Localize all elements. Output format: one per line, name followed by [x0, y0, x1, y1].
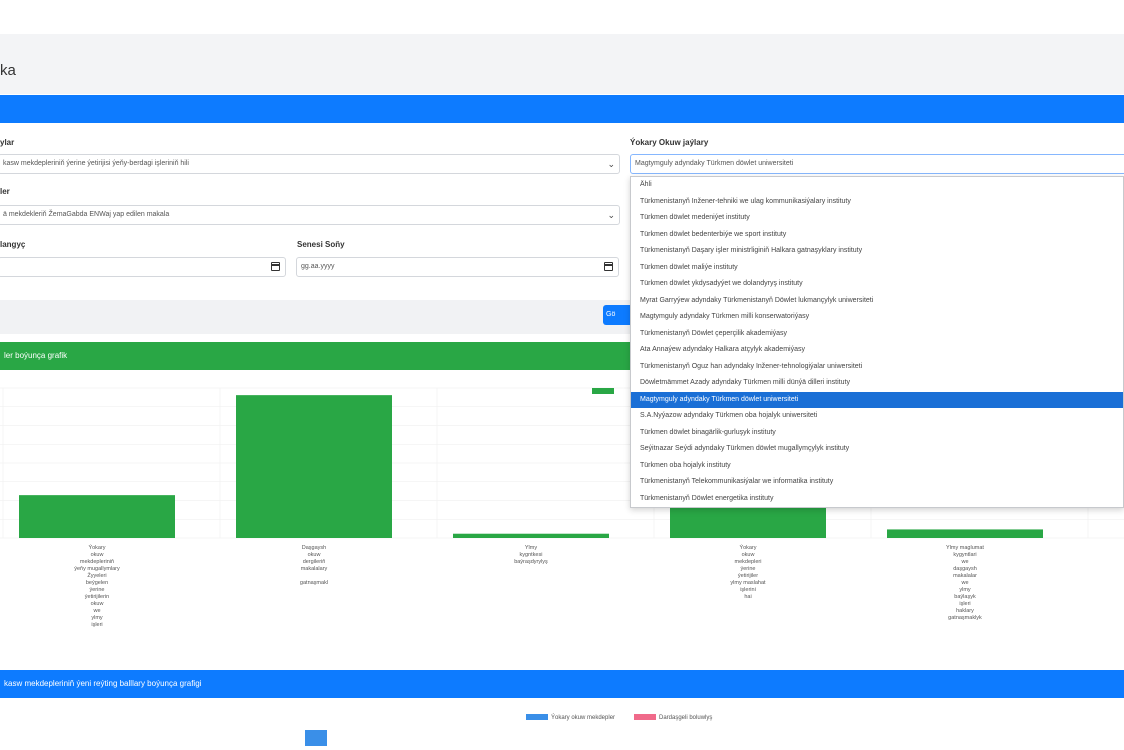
x-tick-label: Ylmy kygntkesi baýraşdyrylyş: [514, 545, 548, 565]
university-label: Ýokary Okuw jaýlary: [630, 138, 709, 147]
top-bar: [0, 0, 1124, 34]
dropdown-option[interactable]: Türkmenistanyň Döwlet energetika institu…: [631, 491, 1123, 508]
date-end-label: Senesi Soňy: [297, 240, 345, 249]
page-root: ka ylar kasw mekdepleriniň ýerine ýetiri…: [0, 0, 1124, 750]
title-bar: ka: [0, 34, 1124, 94]
chart-bar[interactable]: [19, 495, 175, 538]
dropdown-option[interactable]: Magtymguly adyndaky Türkmen milli konser…: [631, 309, 1123, 326]
chart2-header: kasw mekdepleriniň ýeni reýting balllary…: [0, 670, 1124, 698]
indicator-select[interactable]: kasw mekdepleriniň ýerine ýetirijisi ýeň…: [0, 154, 620, 174]
chart-bar[interactable]: [453, 533, 609, 538]
dropdown-option[interactable]: Türkmenistanyň Döwlet çeperçilik akademi…: [631, 326, 1123, 343]
chart2-legend-swatch-1: [526, 714, 548, 721]
chart-bar[interactable]: [236, 395, 392, 538]
chart2-legend-swatch-2: [634, 714, 656, 721]
dropdown-option[interactable]: S.A.Nyýazow adyndaky Türkmen oba hojalyk…: [631, 408, 1123, 425]
calendar-icon[interactable]: [271, 262, 280, 271]
chevron-down-icon: ⌄: [607, 210, 615, 220]
x-tick-label: Ýokary okuw mekdepleriniň ýeňy mugallyml…: [74, 545, 120, 628]
dropdown-option[interactable]: Türkmen döwlet binagärlik-gurluşyk insti…: [631, 425, 1123, 442]
criteria-select-value: ä mekdekleriň ŽemaGabda ENWaj yap edilen…: [3, 211, 170, 218]
date-end-value: gg.aa.yyyy: [301, 263, 335, 270]
page-title: ka: [0, 62, 16, 79]
dropdown-option[interactable]: Türkmen döwlet medeniýet instituty: [631, 210, 1123, 227]
chevron-down-icon: ⌄: [607, 159, 615, 169]
dropdown-option[interactable]: Türkmenistanyň Inžener-tehniki we ulag k…: [631, 194, 1123, 211]
university-dropdown-list[interactable]: Ähli Türkmenistanyň Inžener-tehniki we ul…: [630, 176, 1124, 508]
dropdown-option[interactable]: Türkmen döwlet bedenterbiýe we sport ins…: [631, 227, 1123, 244]
chart2-legend-label-2: Dardaşgeli boluwlyş: [659, 715, 713, 721]
x-tick-label: Daşgaysh okuw dergileriň makalalary gatn…: [299, 545, 329, 586]
chart2-bar: [305, 730, 327, 746]
dropdown-option[interactable]: Türkmenistanyň Telekommunikasiýalar we i…: [631, 474, 1123, 491]
dropdown-option[interactable]: Döwletmämmet Azady adyndaky Türkmen mill…: [631, 375, 1123, 392]
calendar-icon[interactable]: [604, 262, 613, 271]
section-header-bar: [0, 95, 1124, 123]
indicator-select-value: kasw mekdepleriniň ýerine ýetirijisi ýeň…: [3, 160, 189, 167]
chart1-legend-swatch: [592, 388, 614, 394]
chart2-legend-item-2[interactable]: Dardaşgeli boluwlyş: [634, 714, 712, 722]
dropdown-option[interactable]: Türkmen oba hojalyk instituty: [631, 458, 1123, 475]
x-tick-label: Ýokary okuw mekdepleri ýerine ýetirijile…: [730, 545, 766, 600]
dropdown-option[interactable]: Myrat Garryýew adyndaky Türkmenistanyň D…: [631, 293, 1123, 310]
date-start-label: langyç: [0, 240, 26, 249]
chart2-legend-label-1: Ýokary okuw mekdepler: [551, 715, 616, 721]
dropdown-option[interactable]: Ata Annaýew adyndaky Halkara atçylyk aka…: [631, 342, 1123, 359]
university-select-value: Magtymguly adyndaky Türkmen döwlet uniwe…: [635, 160, 794, 167]
dropdown-option[interactable]: Magtymguly adyndaky Türkmen döwlet uniwe…: [631, 391, 1123, 408]
dropdown-option[interactable]: Türkmen döwlet ykdysadyýet we dolandyryş…: [631, 276, 1123, 293]
field1-label: ylar: [0, 138, 15, 147]
chart2-legend-item-1[interactable]: Ýokary okuw mekdepler: [526, 714, 615, 722]
dropdown-option[interactable]: Seýitnazar Seýdi adyndaky Türkmen döwlet…: [631, 441, 1123, 458]
date-end-input[interactable]: gg.aa.yyyy: [296, 257, 619, 277]
show-button-label: Gö: [606, 311, 616, 318]
dropdown-option[interactable]: Türkmenistanyň Daşary işler ministrligin…: [631, 243, 1123, 260]
dropdown-option[interactable]: Ähli: [631, 177, 1123, 194]
university-select[interactable]: Magtymguly adyndaky Türkmen döwlet uniwe…: [630, 154, 1124, 174]
show-button[interactable]: Gö: [603, 305, 633, 325]
criteria-select[interactable]: ä mekdekleriň ŽemaGabda ENWaj yap edilen…: [0, 205, 620, 225]
dropdown-option[interactable]: Türkmenistanyň Oguz han adyndaky Inžener…: [631, 359, 1123, 376]
x-tick-label: Ylmy maglumat kygyntlari we daşgaysh mak…: [946, 545, 984, 621]
field2-label: ler: [0, 187, 10, 196]
date-start-input[interactable]: [0, 257, 286, 277]
chart-bar[interactable]: [887, 529, 1043, 538]
dropdown-option[interactable]: Türkmen döwlet maliýe instituty: [631, 260, 1123, 277]
